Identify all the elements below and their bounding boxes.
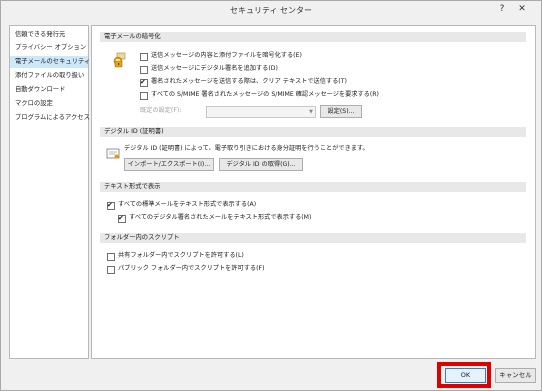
smime-receipt-checkbox[interactable] [140,92,148,100]
default-setting-label: 既定の設定(F): [140,107,182,114]
sidebar-item-privacy-options[interactable]: プライバシー オプション [10,42,88,54]
get-digital-id-button[interactable]: デジタル ID の取得(G)... [219,158,303,171]
help-button[interactable]: ? [494,3,510,16]
security-center-window: セキュリティ センター ? ✕ 信頼できる発行元 プライバシー オプション 電子… [0,0,542,391]
clear-text-signed-checkbox[interactable] [140,77,148,87]
settings-pane: 電子メールの暗号化 送信メッセージの内容と添付ファイルを暗号化する(E) 送信メ… [91,25,536,359]
section-header-plain-text: テキスト形式で表示 [100,182,526,192]
allow-script-shared-checkbox[interactable] [107,253,115,261]
digital-id-description-text: デジタル ID (証明書) によって、電子取り引きにおける身分証明を行うことがで… [124,145,369,152]
lock-envelope-icon [112,52,128,68]
import-export-button[interactable]: インポート/エクスポート(I)... [124,158,214,171]
encrypt-contents-label: 送信メッセージの内容と添付ファイルを暗号化する(E) [151,52,302,59]
settings-button[interactable]: 設定(S)... [320,105,362,118]
certificate-icon [106,147,120,161]
sidebar-item-attachment-handling[interactable]: 添付ファイルの取り扱い [10,70,88,82]
smime-receipt-label: すべての S/MIME 署名されたメッセージの S/MIME 確認メッセージを要… [151,91,379,98]
close-button[interactable]: ✕ [514,3,530,16]
read-signed-plain-text-label: すべてのデジタル署名されたメールをテキスト形式で表示する(M) [129,214,312,221]
section-header-encryption: 電子メールの暗号化 [100,32,526,42]
window-title: セキュリティ センター [229,6,313,15]
default-setting-select[interactable]: ▼ [206,106,316,118]
section-header-folder-script: フォルダー内のスクリプト [100,233,526,243]
sidebar-item-automatic-download[interactable]: 自動ダウンロード [10,84,88,96]
chevron-down-icon: ▼ [309,109,313,115]
encrypt-contents-checkbox[interactable] [140,53,148,61]
allow-script-public-label: パブリック フォルダー内でスクリプトを許可する(F) [118,265,265,272]
cancel-button[interactable]: キャンセル [495,368,536,383]
add-digital-signature-checkbox[interactable] [140,66,148,74]
title-bar: セキュリティ センター ? ✕ [1,1,541,19]
allow-script-shared-label: 共有フォルダー内でスクリプトを許可する(L) [118,252,244,259]
section-header-digital-id: デジタル ID (証明書) [100,127,526,137]
ok-button[interactable]: OK [445,368,486,383]
clear-text-signed-label: 署名されたメッセージを送信する際は、クリア テキストで送信する(T) [151,78,347,85]
sidebar-item-macro-settings[interactable]: マクロの設定 [10,98,88,110]
read-all-plain-text-checkbox[interactable] [107,200,115,210]
sidebar-item-programmatic-access[interactable]: プログラムによるアクセス [10,112,90,124]
allow-script-public-checkbox[interactable] [107,266,115,274]
sidebar-item-email-security[interactable]: 電子メールのセキュリティ [10,56,90,68]
read-signed-plain-text-checkbox[interactable] [118,213,126,223]
read-all-plain-text-label: すべての標準メールをテキスト形式で表示する(A) [118,201,257,208]
sidebar-item-trusted-publishers[interactable]: 信頼できる発行元 [10,29,88,41]
add-digital-signature-label: 送信メッセージにデジタル署名を追加する(D) [151,65,278,72]
category-sidebar: 信頼できる発行元 プライバシー オプション 電子メールのセキュリティ 添付ファイ… [9,25,90,359]
